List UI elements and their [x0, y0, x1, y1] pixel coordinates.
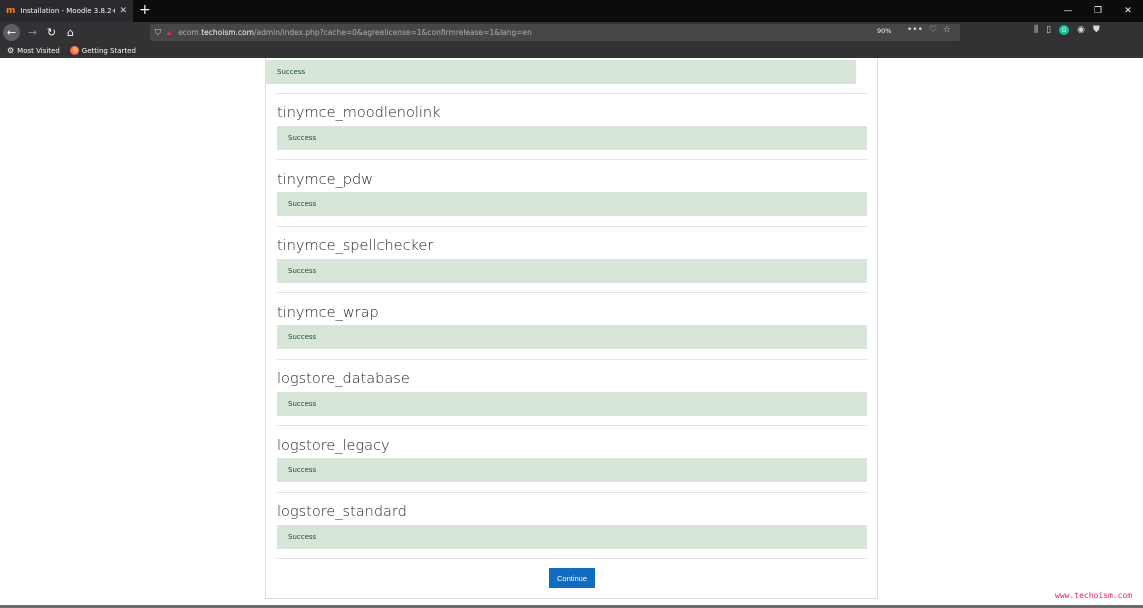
- restore-icon[interactable]: ❐: [1083, 0, 1113, 22]
- close-tab-icon[interactable]: ✕: [119, 6, 127, 16]
- url-text: ecom.techoism.com/admin/index.php?cache=…: [178, 28, 532, 37]
- install-results-card: Success tinymce_moodlenolink Success tin…: [265, 58, 878, 599]
- plugin-row: logstore_standard Success: [277, 503, 867, 559]
- url-prefix: ecom.: [178, 28, 202, 37]
- plugin-name: logstore_standard: [277, 504, 407, 520]
- status-box-success: Success: [277, 259, 867, 283]
- status-box-success: Success: [277, 325, 867, 349]
- bookmark-label: Getting Started: [81, 46, 136, 55]
- forward-arrow-icon[interactable]: →: [24, 24, 41, 41]
- status-box-success: Success: [277, 192, 867, 216]
- moodle-favicon-icon: m: [6, 6, 16, 16]
- home-icon[interactable]: ⌂: [62, 24, 79, 41]
- plugin-name: logstore_database: [277, 371, 410, 387]
- plugin-row: logstore_legacy Success: [277, 437, 867, 493]
- divider: [277, 159, 867, 160]
- firefox-icon: [69, 46, 79, 55]
- continue-button[interactable]: Continue: [549, 568, 595, 588]
- new-tab-icon[interactable]: +: [139, 2, 151, 18]
- bookmark-most-visited[interactable]: ⚙ Most Visited: [7, 46, 60, 55]
- plugin-row: logstore_database Success: [277, 370, 867, 426]
- divider: [277, 226, 867, 227]
- plugin-row: tinymce_wrap Success: [277, 304, 867, 360]
- tab-title: Installation - Moodle 3.8.2+ (B: [20, 7, 116, 15]
- status-box-success: Success: [266, 60, 856, 84]
- url-path: /admin/index.php?cache=0&agreelicense=1&…: [253, 28, 532, 37]
- gear-icon: ⚙: [7, 46, 15, 55]
- bookmark-label: Most Visited: [17, 46, 60, 55]
- sidebar-icon[interactable]: ▯: [1046, 25, 1051, 35]
- divider: [277, 292, 867, 293]
- library-icon[interactable]: ⫼: [1034, 25, 1038, 35]
- more-actions-icon[interactable]: •••: [907, 25, 923, 35]
- bookmarks-bar: ⚙ Most Visited Getting Started: [0, 43, 1143, 58]
- url-actions: ••• ♡ ☆: [907, 25, 951, 35]
- shield-extension-icon[interactable]: ⛊: [1093, 25, 1100, 35]
- minimize-icon[interactable]: —: [1053, 0, 1083, 22]
- plugin-name: tinymce_pdw: [277, 172, 374, 188]
- back-arrow-icon[interactable]: ←: [3, 24, 20, 41]
- url-host: techoism.com: [201, 28, 254, 37]
- divider: [277, 359, 867, 360]
- plugin-name: tinymce_moodlenolink: [277, 105, 441, 121]
- plugin-row: tinymce_pdw Success: [277, 171, 867, 227]
- plugin-row: tinymce_moodlenolink Success: [277, 104, 867, 160]
- tracking-shield-icon[interactable]: ⛉: [155, 28, 161, 38]
- status-box-success: Success: [277, 525, 867, 549]
- tab-bar: m Installation - Moodle 3.8.2+ (B ✕ + — …: [0, 0, 1143, 22]
- divider: [277, 425, 867, 426]
- bookmark-star-icon[interactable]: ☆: [943, 25, 951, 35]
- zoom-level[interactable]: 90%: [877, 27, 891, 35]
- account-icon[interactable]: ◉: [1077, 25, 1085, 35]
- window-controls: — ❐ ✕: [1053, 0, 1143, 22]
- status-box-success: Success: [277, 126, 867, 150]
- plugin-name: tinymce_spellchecker: [277, 238, 434, 254]
- divider: [277, 492, 867, 493]
- plugin-name: logstore_legacy: [277, 438, 390, 454]
- close-window-icon[interactable]: ✕: [1113, 0, 1143, 22]
- bookmark-getting-started[interactable]: Getting Started: [69, 46, 136, 55]
- divider: [277, 558, 867, 559]
- toolbar-icons: ⫼ ▯ G ◉ ⛊: [1034, 25, 1100, 35]
- reload-icon[interactable]: ↻: [43, 24, 60, 41]
- insecure-lock-icon[interactable]: 🔓︎: [167, 28, 172, 38]
- browser-tab[interactable]: m Installation - Moodle 3.8.2+ (B ✕: [0, 0, 133, 22]
- plugin-name: tinymce_wrap: [277, 305, 379, 321]
- watermark-text: www.techoism.com: [1055, 591, 1133, 600]
- grammarly-icon[interactable]: G: [1059, 25, 1070, 35]
- url-bar[interactable]: ⛉ 🔓︎ ecom.techoism.com/admin/index.php?c…: [150, 24, 960, 41]
- pocket-icon[interactable]: ♡: [929, 25, 937, 35]
- status-box-success: Success: [277, 392, 867, 416]
- nav-bar: ← → ↻ ⌂ ⛉ 🔓︎ ecom.techoism.com/admin/ind…: [0, 22, 1143, 43]
- divider: [277, 93, 867, 94]
- status-box-success: Success: [277, 458, 867, 482]
- plugin-row: tinymce_spellchecker Success: [277, 237, 867, 293]
